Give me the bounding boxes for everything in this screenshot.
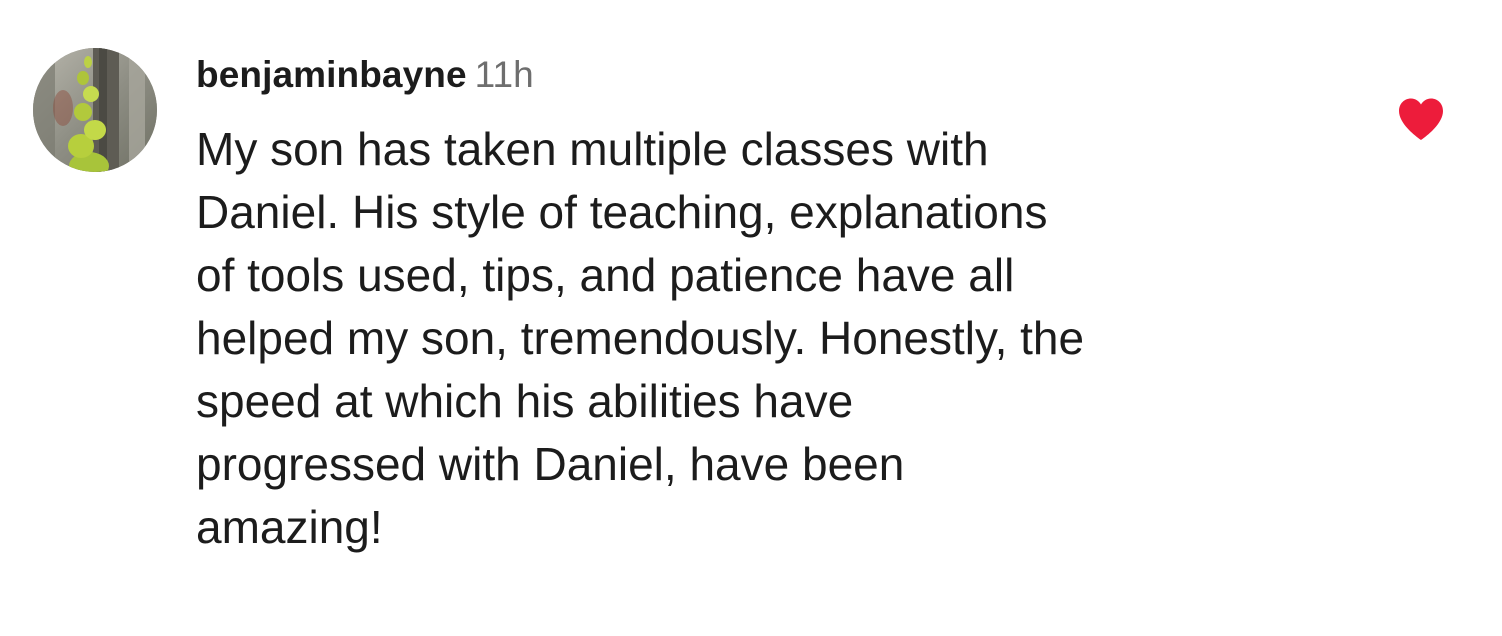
comment-text-line: progressed with Daniel, have been [196, 438, 905, 490]
comment-text-line: Daniel. His style of teaching, explanati… [196, 186, 1048, 238]
timestamp[interactable]: 11h [475, 54, 534, 95]
username-link[interactable]: benjaminbayne [196, 54, 467, 95]
comment: benjaminbayne 11h My son has taken multip… [0, 0, 1502, 636]
comment-text-line: speed at which his abilities have [196, 375, 854, 427]
comment-text-line: helped my son, tremendously. Honestly, t… [196, 312, 1085, 364]
avatar[interactable] [33, 48, 157, 172]
like-button[interactable] [1396, 96, 1446, 142]
comment-text-line: My son has taken multiple classes with [196, 123, 989, 175]
comment-header: benjaminbayne 11h [196, 50, 534, 100]
heart-icon [1399, 98, 1443, 140]
comment-text-line: of tools used, tips, and patience have a… [196, 249, 1015, 301]
comment-text-line: amazing! [196, 501, 383, 553]
comment-text: My son has taken multiple classes with D… [196, 118, 1356, 559]
avatar-photo-icon [33, 48, 157, 172]
